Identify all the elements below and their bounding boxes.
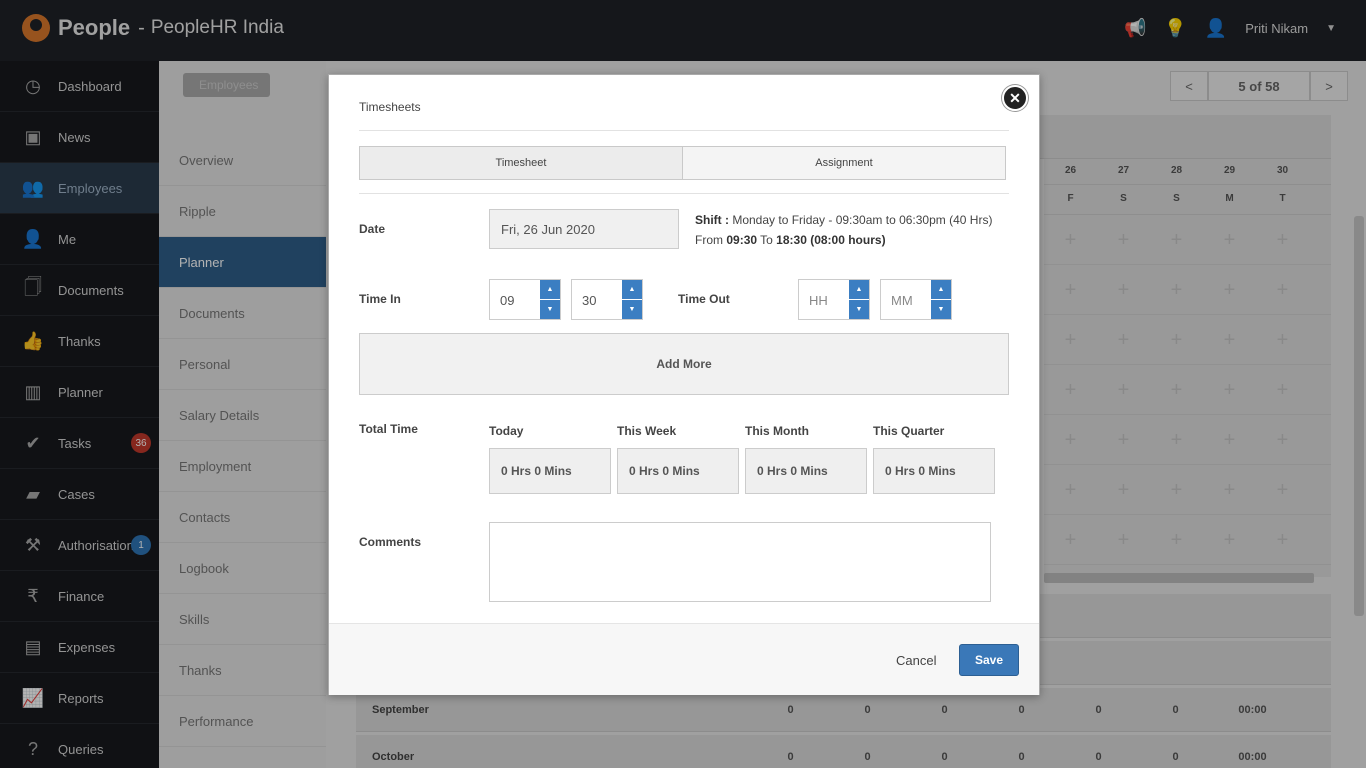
spin-down-icon[interactable]: ▼ — [849, 300, 869, 319]
spin-down-icon[interactable]: ▼ — [931, 300, 951, 319]
spin-up-icon[interactable]: ▲ — [622, 280, 642, 299]
time-out-hour-stepper[interactable]: HH ▲ ▼ — [798, 279, 870, 320]
total-week-label: This Week — [617, 424, 677, 438]
divider — [359, 130, 1009, 131]
tab-timesheet[interactable]: Timesheet — [360, 147, 683, 179]
save-button[interactable]: Save — [959, 644, 1019, 676]
time-out-minute-stepper[interactable]: MM ▲ ▼ — [880, 279, 952, 320]
shift-to-label: To — [757, 233, 777, 247]
shift-hours: (08:00 hours) — [806, 233, 886, 247]
time-in-hour-stepper[interactable]: 09 ▲ ▼ — [489, 279, 561, 320]
total-quarter-label: This Quarter — [873, 424, 945, 438]
total-month-label: This Month — [745, 424, 809, 438]
time-in-minute-value: 30 — [582, 293, 597, 308]
total-month-value: 0 Hrs 0 Mins — [745, 448, 867, 494]
total-today-label: Today — [489, 424, 524, 438]
close-icon[interactable]: ✕ — [1002, 85, 1028, 111]
shift-from-label: From — [695, 233, 727, 247]
date-field[interactable]: Fri, 26 Jun 2020 — [489, 209, 679, 249]
time-out-hour-placeholder: HH — [809, 293, 828, 308]
shift-to: 18:30 — [776, 233, 807, 247]
spin-up-icon[interactable]: ▲ — [540, 280, 560, 299]
spin-up-icon[interactable]: ▲ — [849, 280, 869, 299]
date-label: Date — [359, 222, 386, 236]
comments-textarea[interactable] — [489, 522, 991, 602]
total-quarter-value: 0 Hrs 0 Mins — [873, 448, 995, 494]
time-in-label: Time In — [359, 292, 401, 306]
comments-label: Comments — [359, 535, 422, 549]
modal-footer: Cancel Save — [329, 623, 1039, 695]
divider — [359, 193, 1009, 194]
time-in-hour-value: 09 — [500, 293, 515, 308]
total-time-label: Total Time — [359, 422, 418, 436]
spin-up-icon[interactable]: ▲ — [931, 280, 951, 299]
timesheets-modal: Timesheets ✕ Timesheet Assignment Date F… — [328, 74, 1040, 695]
add-more-button[interactable]: Add More — [359, 333, 1009, 395]
shift-text: Monday to Friday - 09:30am to 06:30pm (4… — [729, 213, 993, 227]
total-today-value: 0 Hrs 0 Mins — [489, 448, 611, 494]
tab-assignment[interactable]: Assignment — [683, 147, 1005, 179]
total-week-value: 0 Hrs 0 Mins — [617, 448, 739, 494]
modal-title: Timesheets — [359, 100, 421, 114]
shift-prefix: Shift : — [695, 213, 729, 227]
shift-info: Shift : Monday to Friday - 09:30am to 06… — [695, 210, 992, 250]
modal-tabs: Timesheet Assignment — [359, 146, 1006, 180]
shift-from: 09:30 — [726, 233, 758, 247]
time-out-label: Time Out — [678, 292, 730, 306]
cancel-button[interactable]: Cancel — [896, 653, 936, 668]
time-out-minute-placeholder: MM — [891, 293, 913, 308]
time-in-minute-stepper[interactable]: 30 ▲ ▼ — [571, 279, 643, 320]
spin-down-icon[interactable]: ▼ — [540, 300, 560, 319]
spin-down-icon[interactable]: ▼ — [622, 300, 642, 319]
